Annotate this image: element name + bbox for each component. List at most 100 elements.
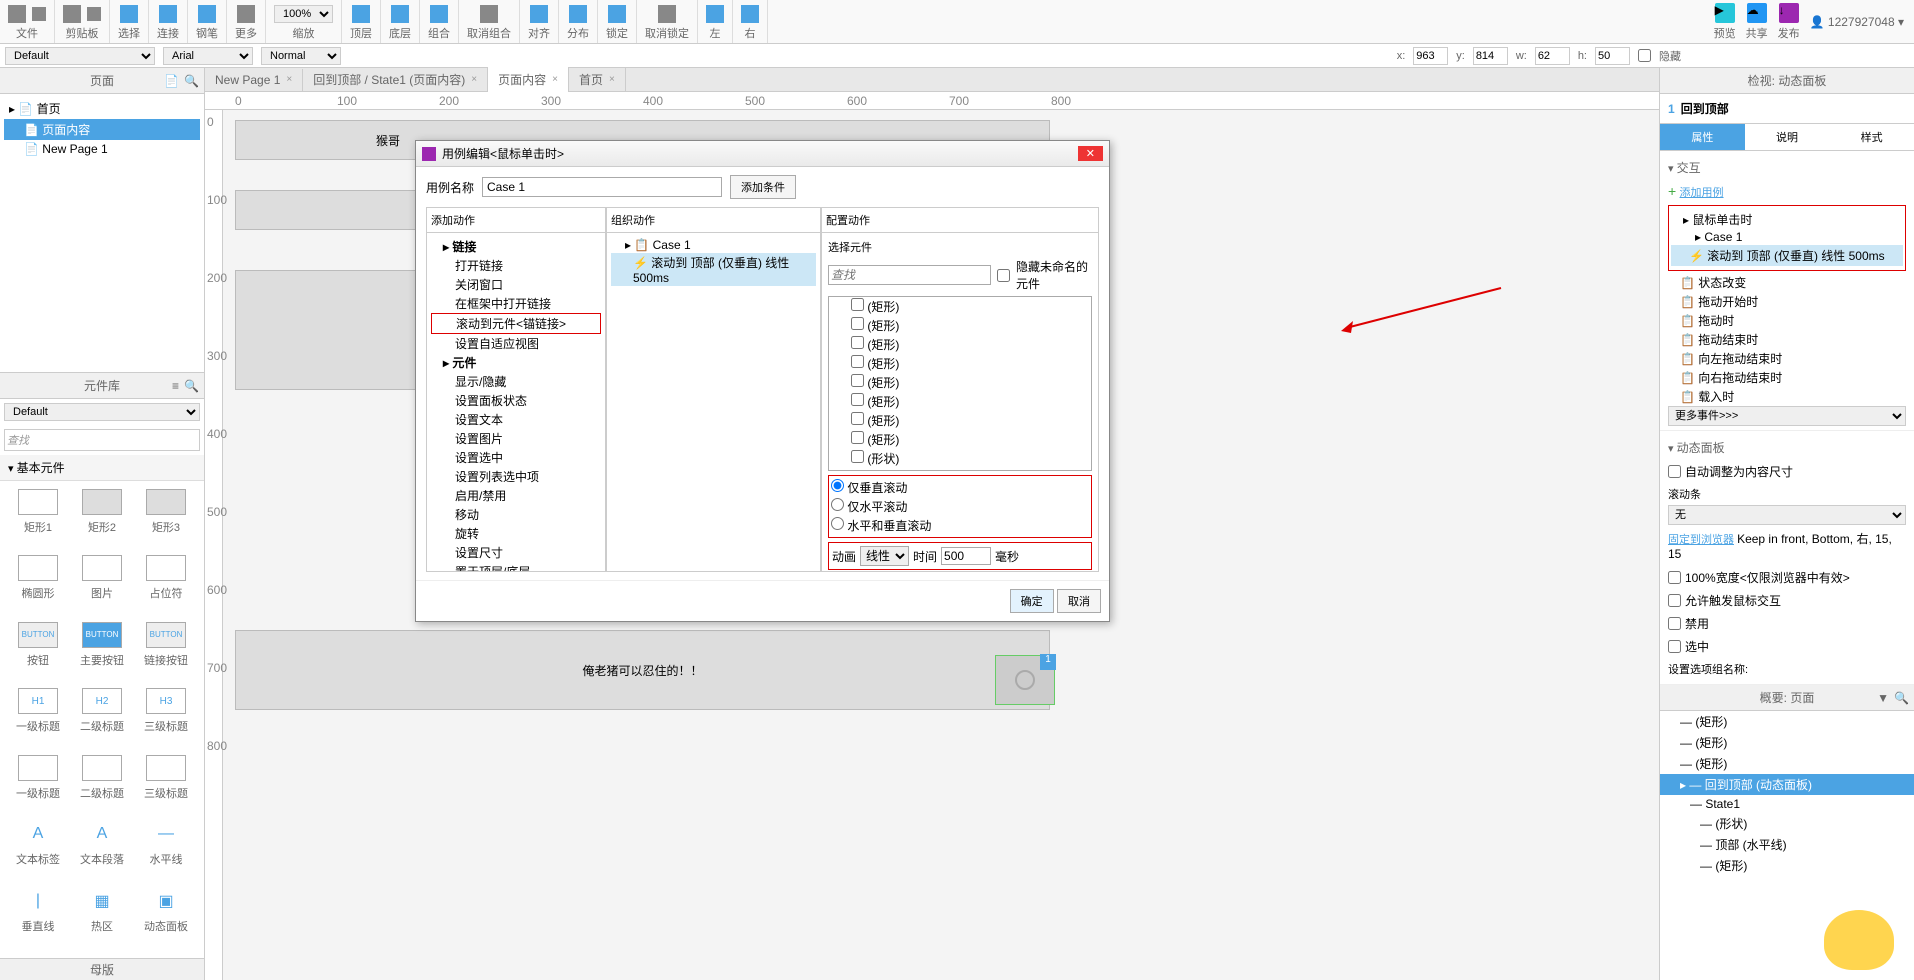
dialog-close-button[interactable]: ✕ (1078, 146, 1103, 161)
h-input[interactable] (1595, 47, 1630, 65)
event-item[interactable]: 📋 拖动结束时 (1668, 330, 1906, 349)
list-item[interactable]: (矩形) (829, 411, 1091, 430)
list-item[interactable]: (矩形) (829, 316, 1091, 335)
tab-close-icon[interactable]: × (609, 74, 615, 85)
outline-item[interactable]: — State1 (1660, 795, 1914, 813)
outline-item[interactable]: — (矩形) (1660, 753, 1914, 774)
zoom-select[interactable]: 100% (274, 5, 333, 23)
y-input[interactable] (1473, 47, 1508, 65)
widget-item[interactable]: 矩形3 (136, 489, 196, 551)
canvas-tab[interactable]: 回到顶部 / State1 (页面内容)× (303, 67, 488, 92)
case-1[interactable]: ▸ Case 1 (1671, 229, 1903, 245)
object-name[interactable]: 1回到顶部 (1660, 94, 1914, 124)
tab-properties[interactable]: 属性 (1660, 124, 1745, 150)
tb-align[interactable]: 对齐 (520, 0, 559, 43)
style-preset-select[interactable]: Default (5, 47, 155, 65)
page-item-home[interactable]: ▸ 📄 首页 (4, 98, 200, 119)
list-item[interactable]: (矩形) (829, 354, 1091, 373)
ok-button[interactable]: 确定 (1010, 589, 1054, 613)
widget-item[interactable]: —水平线 (136, 821, 196, 883)
copy-icon[interactable] (87, 7, 101, 21)
widget-item[interactable]: BUTTON按钮 (8, 622, 68, 684)
share-icon[interactable]: ☁ (1747, 3, 1767, 23)
add-case-link[interactable]: 添加用例 (1680, 187, 1724, 199)
add-page-icon[interactable]: 📄 (164, 74, 179, 88)
widget-item[interactable]: ▣动态面板 (136, 888, 196, 950)
action-set-image[interactable]: 设置图片 (431, 429, 601, 448)
time-input[interactable] (941, 547, 991, 565)
widget-item[interactable]: 占位符 (136, 555, 196, 617)
widget-item[interactable]: 二级标题 (72, 755, 132, 817)
tb-clipboard[interactable]: 剪贴板 (55, 0, 110, 43)
event-item[interactable]: 📋 载入时 (1668, 387, 1906, 406)
tb-left[interactable]: 左 (698, 0, 733, 43)
widget-item[interactable]: 椭圆形 (8, 555, 68, 617)
widget-item[interactable]: 三级标题 (136, 755, 196, 817)
list-item[interactable]: (矩形) (829, 430, 1091, 449)
action-close-window[interactable]: 关闭窗口 (431, 275, 601, 294)
org-action[interactable]: ⚡ 滚动到 顶部 (仅垂直) 线性 500ms (611, 253, 816, 286)
tb-connect[interactable]: 连接 (149, 0, 188, 43)
more-events-select[interactable]: 更多事件>>> (1668, 406, 1906, 426)
action-cat-links[interactable]: ▸ 链接 (431, 237, 601, 256)
selected-panel[interactable]: 1 (995, 655, 1055, 705)
list-item[interactable]: (矩形) (829, 297, 1091, 316)
cut-icon[interactable] (63, 5, 81, 23)
action-scroll-to-anchor[interactable]: 滚动到元件<锚链接> (431, 313, 601, 334)
widget-item[interactable]: BUTTON链接按钮 (136, 622, 196, 684)
w-input[interactable] (1535, 47, 1570, 65)
font-select[interactable]: Arial (163, 47, 253, 65)
outline-item[interactable]: ▸ — 回到顶部 (动态面板) (1660, 774, 1914, 795)
widget-item[interactable]: 图片 (72, 555, 132, 617)
tb-back[interactable]: 底层 (381, 0, 420, 43)
tab-close-icon[interactable]: × (286, 74, 292, 85)
tb-lock[interactable]: 锁定 (598, 0, 637, 43)
publish-icon[interactable]: ↓ (1779, 3, 1799, 23)
list-item[interactable]: (形状) (829, 449, 1091, 468)
canvas-tab[interactable]: 首页× (569, 67, 626, 92)
fullwidth-checkbox[interactable] (1668, 571, 1681, 584)
tab-notes[interactable]: 说明 (1745, 124, 1830, 150)
radio-both[interactable] (831, 517, 844, 530)
action-move[interactable]: 移动 (431, 505, 601, 524)
file-new-icon[interactable] (8, 5, 26, 23)
action-enable[interactable]: 启用/禁用 (431, 486, 601, 505)
outline-item[interactable]: — (矩形) (1660, 732, 1914, 753)
list-item[interactable]: (矩形) (829, 335, 1091, 354)
widget-item[interactable]: 一级标题 (8, 755, 68, 817)
preview-icon[interactable]: ▶ (1715, 3, 1735, 23)
widget-item[interactable]: H3三级标题 (136, 688, 196, 750)
event-item[interactable]: 📋 拖动时 (1668, 311, 1906, 330)
action-set-list-sel[interactable]: 设置列表选中项 (431, 467, 601, 486)
tb-pen[interactable]: 钢笔 (188, 0, 227, 43)
event-item[interactable]: 📋 状态改变 (1668, 273, 1906, 292)
dialog-titlebar[interactable]: 用例编辑<鼠标单击时> ✕ (416, 141, 1109, 167)
weight-select[interactable]: Normal (261, 47, 341, 65)
user-menu[interactable]: 👤 1227927048 ▾ (1810, 15, 1904, 29)
widget-item[interactable]: H1一级标题 (8, 688, 68, 750)
event-onclick[interactable]: ▸ 鼠标单击时 (1671, 210, 1903, 229)
widget-item[interactable]: ▦热区 (72, 888, 132, 950)
event-item[interactable]: 📋 向右拖动结束时 (1668, 368, 1906, 387)
radio-vertical[interactable] (831, 479, 844, 492)
tb-group[interactable]: 组合 (420, 0, 459, 43)
tab-close-icon[interactable]: × (552, 74, 558, 85)
autosize-checkbox[interactable] (1668, 465, 1681, 478)
widget-item[interactable]: 矩形1 (8, 489, 68, 551)
outline-item[interactable]: — 顶部 (水平线) (1660, 834, 1914, 855)
widget-item[interactable]: H2二级标题 (72, 688, 132, 750)
hidden-checkbox[interactable] (1638, 49, 1651, 62)
masters-tab[interactable]: 母版 (0, 958, 204, 980)
org-case[interactable]: ▸ 📋 Case 1 (611, 237, 816, 253)
tab-close-icon[interactable]: × (471, 74, 477, 85)
tb-front[interactable]: 顶层 (342, 0, 381, 43)
options-icon[interactable]: ≡ (172, 379, 179, 393)
pin-link[interactable]: 固定到浏览器 (1668, 534, 1734, 546)
action-show-hide[interactable]: 显示/隐藏 (431, 372, 601, 391)
list-item[interactable]: (矩形) (829, 373, 1091, 392)
action-set-text[interactable]: 设置文本 (431, 410, 601, 429)
list-item[interactable]: (矩形) (829, 392, 1091, 411)
search-widgets-icon[interactable]: 🔍 (184, 379, 199, 393)
event-item[interactable]: 📋 拖动开始时 (1668, 292, 1906, 311)
anim-type-select[interactable]: 线性 (860, 546, 909, 566)
